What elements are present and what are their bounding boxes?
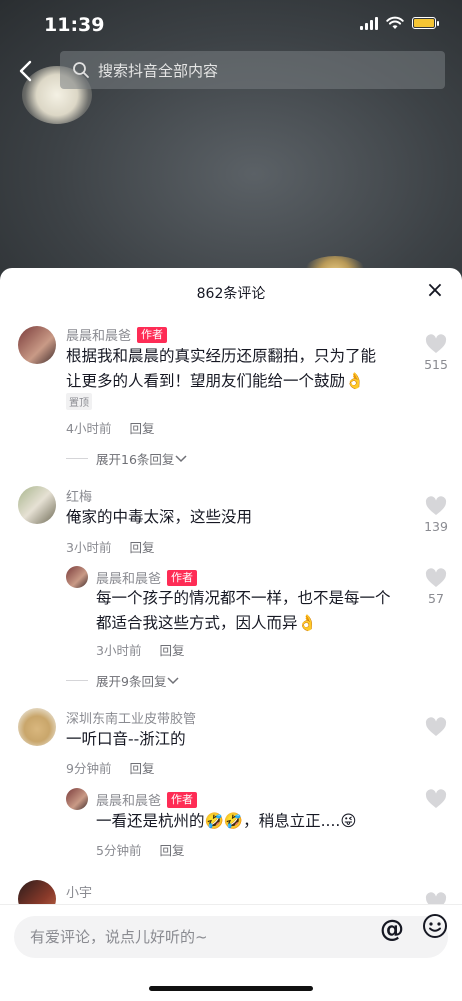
status-time: 11:39	[44, 14, 105, 36]
status-bar: 11:39	[0, 0, 462, 50]
comment-count-title: 862条评论	[196, 286, 266, 302]
signal-icon	[360, 16, 378, 30]
chevron-down-icon	[167, 676, 179, 684]
like-button[interactable]: 515	[418, 334, 454, 372]
author-name[interactable]: 小宇	[66, 882, 92, 901]
like-count: 57	[428, 591, 444, 606]
close-button[interactable]: ×	[424, 280, 446, 302]
author-tag: 作者	[167, 791, 198, 808]
author-tag: 作者	[137, 326, 168, 343]
comment-meta: 4小时前 回复	[66, 418, 154, 437]
reply-button[interactable]: 回复	[129, 418, 154, 437]
author-name[interactable]: 红梅	[66, 486, 92, 505]
comment-text: 俺家的中毒太深，这些没用	[66, 505, 252, 530]
avatar[interactable]	[18, 486, 56, 524]
comment-text-line: 一看还是杭州的🤣🤣，稍息立正....😜	[96, 812, 357, 830]
avatar[interactable]	[18, 326, 56, 364]
author-name[interactable]: 晨晨和晨爸	[66, 325, 131, 344]
reply-author: 晨晨和晨爸 作者	[96, 568, 198, 587]
comment-text-line: 根据我和晨晨的真实经历还原翻拍，只为了能	[66, 347, 377, 365]
avatar[interactable]	[18, 708, 56, 746]
comment-text-line: 都适合我这些方式，因人而异👌	[96, 614, 317, 632]
comment-time: 3小时前	[96, 643, 142, 658]
comment-text-line: 俺家的中毒太深，这些没用	[66, 508, 253, 526]
reply-author: 晨晨和晨爸 作者	[96, 790, 198, 809]
avatar[interactable]	[66, 566, 88, 588]
comment-input-bar: 有爱评论，说点儿好听的~ @	[0, 904, 462, 1001]
reply-meta: 5分钟前 回复	[96, 840, 184, 859]
like-button[interactable]: 139	[418, 496, 454, 534]
reply-text: 一看还是杭州的🤣🤣，稍息立正....😜	[96, 809, 356, 834]
expand-replies-button[interactable]: 展开16条回复	[66, 449, 188, 468]
expand-replies-label: 展开9条回复	[96, 674, 167, 689]
comment-time: 3小时前	[66, 540, 112, 555]
expand-replies-button[interactable]: 展开9条回复	[66, 671, 180, 690]
comment-input-placeholder: 有爱评论，说点儿好听的~	[30, 928, 208, 946]
comment-text-line: 让更多的人看到！望朋友们能给一个鼓励👌	[66, 372, 365, 390]
comment-time: 4小时前	[66, 421, 112, 436]
reply-meta: 3小时前 回复	[96, 640, 184, 659]
pinned-badge: 置顶	[66, 393, 92, 410]
comment-text: 一听口音--浙江的	[66, 727, 186, 752]
mention-button[interactable]: @	[380, 915, 404, 943]
heart-icon	[425, 334, 447, 353]
reply-button[interactable]: 回复	[129, 758, 154, 777]
comment-text-line: 每一个孩子的情况都不一样，也不是每一个	[96, 589, 391, 607]
comment-time: 5分钟前	[96, 843, 142, 858]
divider-line	[66, 680, 88, 681]
like-count: 515	[424, 357, 448, 372]
comment-time: 9分钟前	[66, 761, 112, 776]
status-icons	[360, 16, 439, 30]
comment-meta: 3小时前 回复	[66, 537, 154, 556]
heart-icon	[425, 568, 447, 587]
sheet-header: 862条评论 ×	[0, 268, 462, 314]
comment-text: 根据我和晨晨的真实经历还原翻拍，只为了能 让更多的人看到！望朋友们能给一个鼓励👌	[66, 344, 376, 394]
heart-icon	[425, 496, 447, 515]
battery-icon	[412, 17, 439, 29]
comment-author: 小宇	[66, 882, 92, 901]
author-tag: 作者	[167, 569, 198, 586]
comment-sheet: 862条评论 × 晨晨和晨爸 作者 根据我和晨晨的真实经历还原翻拍，只为了能 让…	[0, 268, 462, 1000]
comment-meta: 9分钟前 回复	[66, 758, 154, 777]
chevron-left-icon	[19, 60, 32, 82]
heart-icon	[425, 789, 447, 808]
comment-text-line: 一听口音--浙江的	[66, 730, 186, 748]
search-input[interactable]: 搜索抖音全部内容	[60, 51, 445, 89]
comment-author: 深圳东南工业皮带胶管	[66, 708, 196, 727]
author-name[interactable]: 深圳东南工业皮带胶管	[66, 708, 196, 727]
expand-replies-label: 展开16条回复	[96, 452, 175, 467]
emoji-icon[interactable]	[422, 913, 448, 939]
like-button[interactable]	[418, 789, 454, 809]
back-button[interactable]	[14, 58, 40, 84]
like-count: 139	[424, 519, 448, 534]
author-name[interactable]: 晨晨和晨爸	[96, 568, 161, 587]
search-placeholder: 搜索抖音全部内容	[98, 61, 219, 80]
home-indicator	[149, 986, 313, 991]
wifi-icon	[386, 16, 404, 29]
comment-author: 红梅	[66, 486, 92, 505]
like-button[interactable]	[418, 717, 454, 737]
like-button[interactable]: 57	[418, 568, 454, 606]
comment-author: 晨晨和晨爸 作者	[66, 325, 168, 344]
divider-line	[66, 458, 88, 459]
reply-button[interactable]: 回复	[159, 840, 184, 859]
reply-button[interactable]: 回复	[129, 537, 154, 556]
avatar[interactable]	[66, 788, 88, 810]
reply-text: 每一个孩子的情况都不一样，也不是每一个 都适合我这些方式，因人而异👌	[96, 586, 391, 636]
search-icon	[73, 62, 89, 78]
reply-button[interactable]: 回复	[159, 640, 184, 659]
chevron-down-icon	[175, 454, 187, 462]
heart-icon	[425, 717, 447, 736]
author-name[interactable]: 晨晨和晨爸	[96, 790, 161, 809]
